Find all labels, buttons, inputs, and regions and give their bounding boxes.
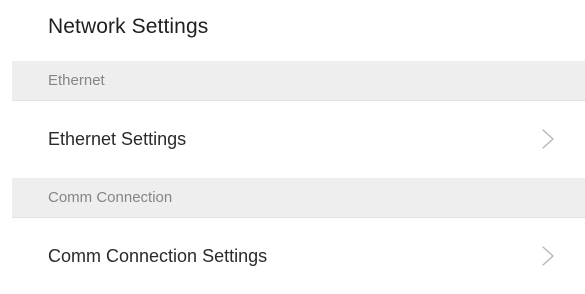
- section-header-ethernet: Ethernet: [12, 61, 585, 101]
- comm-connection-settings-item[interactable]: Comm Connection Settings: [12, 218, 585, 294]
- page-title: Network Settings: [48, 15, 209, 38]
- chevron-right-icon: [542, 129, 554, 149]
- section-header-comm-connection: Comm Connection: [12, 178, 585, 218]
- section-header-label: Comm Connection: [48, 189, 173, 206]
- chevron-right-icon: [542, 246, 554, 266]
- ethernet-settings-item[interactable]: Ethernet Settings: [12, 101, 585, 177]
- ethernet-settings-label: Ethernet Settings: [48, 129, 187, 149]
- comm-connection-settings-label: Comm Connection Settings: [48, 246, 268, 266]
- section-header-label: Ethernet: [48, 72, 105, 89]
